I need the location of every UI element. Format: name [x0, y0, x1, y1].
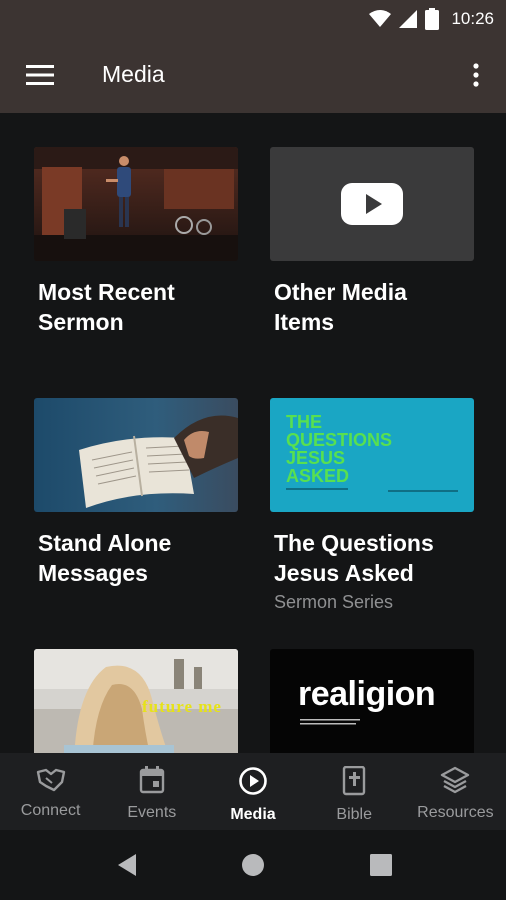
media-card-future-me[interactable]: future me: [34, 649, 238, 753]
card-title: Other Media Items: [270, 277, 474, 337]
nav-item-connect[interactable]: Connect: [0, 753, 101, 830]
calendar-icon: [139, 766, 164, 794]
bottom-nav: Connect Events Media Bible Resources: [0, 753, 506, 830]
system-nav-bar: [0, 830, 506, 900]
future-me-thumbnail: future me: [34, 649, 238, 753]
card-title: Stand Alone Messages: [34, 528, 238, 588]
card-title-line-2: Jesus Asked: [274, 560, 414, 586]
battery-icon: [425, 8, 440, 30]
nav-label: Resources: [417, 804, 494, 821]
nav-label: Media: [230, 806, 276, 823]
status-bar: 10:26: [0, 0, 506, 37]
more-vert-icon[interactable]: [464, 59, 488, 91]
nav-item-media[interactable]: Media: [202, 753, 303, 830]
bible-icon: [343, 766, 366, 796]
clock: 10:26: [451, 9, 494, 28]
home-icon[interactable]: [240, 852, 266, 878]
card-subtitle: Sermon Series: [274, 592, 394, 612]
media-card-realigion[interactable]: realigion: [270, 649, 474, 753]
media-card-other-media[interactable]: Other Media Items: [270, 147, 474, 337]
media-card-most-recent-sermon[interactable]: Most Recent Sermon: [34, 147, 238, 337]
recents-icon[interactable]: [368, 852, 394, 878]
sermon-thumbnail: [34, 147, 238, 261]
signal-icon: [399, 10, 418, 28]
youtube-thumbnail: [270, 147, 474, 261]
status-icons: 10:26: [369, 7, 494, 31]
realigion-thumbnail: realigion: [270, 649, 474, 753]
questions-series-thumbnail: THE QUESTIONS JESUS ASKED: [270, 398, 474, 512]
card-title-line-1: The Questions: [274, 530, 434, 556]
youtube-icon: [341, 183, 403, 225]
card-title-line-2: Messages: [38, 560, 148, 586]
card-title-line-2: Items: [274, 309, 335, 335]
card-title-line-1: Other Media: [274, 279, 407, 305]
nav-label: Events: [127, 804, 177, 821]
media-card-stand-alone[interactable]: Stand Alone Messages: [34, 398, 238, 588]
nav-item-events[interactable]: Events: [101, 753, 202, 830]
media-grid: Most Recent Sermon Other Media Items Sta…: [0, 113, 506, 753]
card-title: The Questions Jesus Asked: [270, 528, 474, 588]
card-title-line-1: Most Recent: [38, 279, 175, 305]
play-circle-icon: [239, 767, 267, 795]
nav-item-resources[interactable]: Resources: [405, 753, 506, 830]
nav-label: Bible: [336, 806, 372, 823]
page-title: Media: [102, 61, 165, 87]
bible-photo-thumbnail: [34, 398, 238, 512]
app-bar: Media: [0, 37, 506, 113]
card-title-line-1: Stand Alone: [38, 530, 172, 556]
hamburger-menu-icon[interactable]: [22, 59, 58, 91]
media-card-questions-jesus-asked[interactable]: THE QUESTIONS JESUS ASKED The Questions …: [270, 398, 474, 615]
nav-item-bible[interactable]: Bible: [304, 753, 405, 830]
media-screen: 10:26 Media Most Recent Sermon Other Med…: [0, 0, 506, 900]
handshake-icon: [36, 768, 65, 792]
card-title-line-2: Sermon: [38, 309, 124, 335]
layers-icon: [441, 766, 470, 794]
nav-label: Connect: [20, 802, 81, 819]
wifi-icon: [369, 10, 392, 27]
card-title: Most Recent Sermon: [34, 277, 238, 337]
future-me-art-text: future me: [142, 697, 222, 716]
back-icon[interactable]: [114, 852, 140, 878]
